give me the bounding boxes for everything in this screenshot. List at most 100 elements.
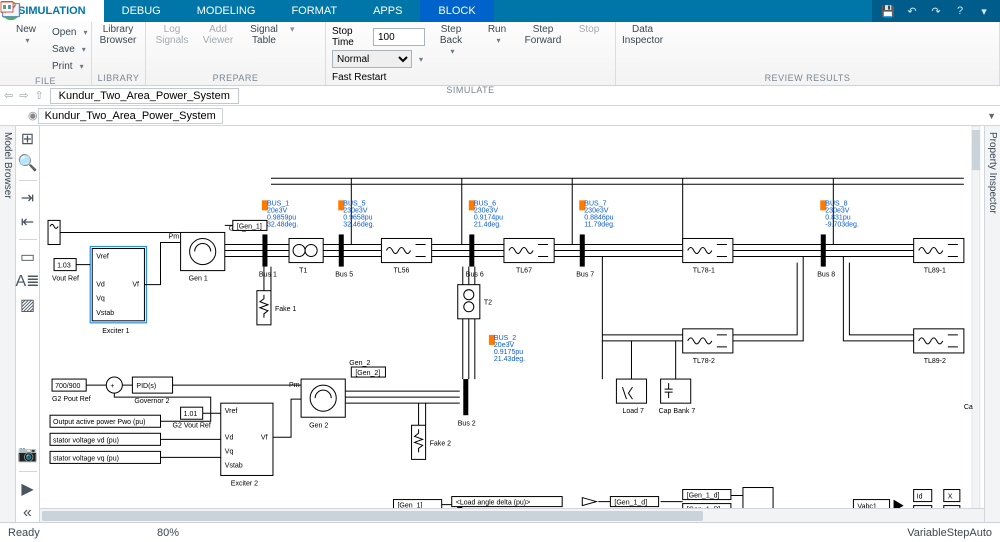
fake1-block[interactable]: Fake 1 [257, 291, 297, 325]
tab-apps[interactable]: APPS [355, 0, 420, 22]
status-bar: Ready 80% VariableStepAuto [0, 522, 1000, 542]
tab-format[interactable]: FORMAT [273, 0, 355, 22]
svg-text:Vd: Vd [96, 282, 105, 289]
tab-debug[interactable]: DEBUG [104, 0, 179, 22]
scrollbar-x[interactable] [40, 508, 984, 522]
scroll-end-icon[interactable]: « [19, 504, 37, 522]
svg-text:Vstab: Vstab [96, 310, 114, 317]
stop-button[interactable]: Stop [569, 24, 609, 35]
undo-icon[interactable]: ↶ [904, 3, 920, 19]
run-button[interactable]: Run▾ [477, 24, 517, 45]
svg-text:0.9175pu: 0.9175pu [494, 349, 523, 356]
status-solver[interactable]: VariableStepAuto [907, 527, 992, 539]
save-button[interactable]: Save▾ [52, 41, 87, 57]
tl89-1-block[interactable]: TL89-1 [914, 238, 964, 274]
t1-block[interactable]: T1 [289, 238, 323, 274]
step-back-button[interactable]: Step Back▾ [431, 24, 471, 56]
signal-table-button[interactable]: Signal Table [244, 24, 284, 46]
svg-text:Vd: Vd [225, 434, 234, 441]
svg-text:Cap Bank 7: Cap Bank 7 [659, 408, 696, 415]
add-viewer-button[interactable]: + Add Viewer [198, 24, 238, 46]
tl78-1-block[interactable]: TL78-1 [683, 238, 733, 274]
svg-text:BUS_1: BUS_1 [267, 200, 289, 207]
svg-text:11.79deg.: 11.79deg. [584, 221, 615, 228]
t2-block[interactable]: T2 [458, 285, 492, 319]
data-inspector-button[interactable]: Data Inspector [622, 24, 663, 46]
arrow-in-icon[interactable]: ⇥ [19, 189, 37, 207]
tabstrip: SIMULATION DEBUG MODELING FORMAT APPS BL… [0, 0, 1000, 22]
model-browser-tab[interactable]: Model Browser [0, 126, 16, 522]
path-dropdown-icon[interactable]: ▼ [987, 111, 996, 121]
zoom-in-icon[interactable]: 🔍 [19, 154, 37, 172]
svg-text:Vout Ref: Vout Ref [52, 276, 79, 283]
tab-block[interactable]: BLOCK [420, 0, 493, 22]
open-button[interactable]: Open▾ [52, 24, 87, 40]
fake2-block[interactable]: Fake 2 [412, 425, 452, 459]
capbank7-block[interactable]: Cap Bank 7 [659, 379, 696, 415]
nav-up-icon[interactable]: ⇧ [34, 89, 43, 102]
svg-text:Governor 2: Governor 2 [134, 398, 169, 405]
svg-text:Id: Id [917, 494, 923, 501]
tl89-2-block[interactable]: TL89-2 [914, 329, 964, 365]
simulation-mode-select[interactable]: Normal [332, 50, 412, 68]
status-zoom[interactable]: 80% [128, 527, 208, 539]
svg-text:21.4deg.: 21.4deg. [474, 221, 501, 228]
stoptime-input[interactable] [373, 28, 425, 46]
image-icon[interactable]: ▨ [19, 296, 37, 314]
tab-modeling[interactable]: MODELING [179, 0, 274, 22]
model-tab[interactable]: Kundur_Two_Area_Power_System [50, 88, 239, 104]
model-icon [0, 0, 14, 14]
svg-text:[Gen_1_d]: [Gen_1_d] [687, 493, 720, 500]
zoom-fit-icon[interactable]: ⊞ [19, 130, 37, 148]
svg-text:Vf: Vf [261, 434, 268, 441]
arrow-out-icon[interactable]: ⇤ [19, 213, 37, 231]
svg-text:230e3V: 230e3V [584, 207, 609, 214]
svg-text:BUS_6: BUS_6 [474, 200, 496, 207]
svg-text:Vf: Vf [132, 282, 139, 289]
nav-back-icon[interactable]: ⇦ [4, 89, 13, 102]
canvas[interactable]: BUS_1 20e3V 0.9859pu 32.48deg. Bus 1 BUS… [40, 126, 984, 522]
svg-text:Load 7: Load 7 [622, 408, 644, 415]
svg-text:TL78-1: TL78-1 [693, 268, 715, 275]
path-bar: ◉ Kundur_Two_Area_Power_System ▼ [0, 106, 1000, 126]
library-browser-button[interactable]: Library Browser [98, 24, 138, 46]
help-icon[interactable]: ? [952, 3, 968, 19]
bus-8: BUS_8 230e3V 0.831pu -9.703deg. Bus 8 [817, 200, 859, 278]
save-icon[interactable]: 💾 [880, 3, 896, 19]
svg-text:32.48deg.: 32.48deg. [267, 221, 298, 228]
new-button[interactable]: New▾ [6, 24, 46, 45]
property-inspector-tab[interactable]: Property Inspector [984, 126, 1000, 522]
exciter2-block[interactable]: Vref Vf Vd Vq Vstab Exciter 2 [221, 403, 273, 487]
svg-text:Vq: Vq [225, 448, 234, 455]
svg-text:BUS_5: BUS_5 [343, 200, 365, 207]
log-signals-button[interactable]: Log Signals [152, 24, 192, 46]
svg-text:[Gen_2]: [Gen_2] [355, 370, 380, 377]
tl67-block[interactable]: TL67 [504, 238, 554, 274]
svg-text:20e3V: 20e3V [494, 342, 515, 349]
record-icon[interactable]: ▶ [19, 480, 37, 498]
gen2-block[interactable]: Gen 2 Pm [289, 379, 345, 429]
load7-block[interactable]: Load 7 [616, 379, 646, 415]
snapshot-icon[interactable]: 📷 [19, 445, 37, 463]
print-button[interactable]: Print▾ [52, 58, 87, 74]
svg-text:TL78-2: TL78-2 [693, 358, 715, 365]
svg-text:Output active power Pwo (pu): Output active power Pwo (pu) [53, 419, 145, 426]
text-icon[interactable]: A≣ [19, 272, 37, 290]
scroll-thumb-x[interactable] [42, 511, 703, 521]
fast-restart-label[interactable]: Fast Restart [332, 72, 386, 83]
chevron-down-icon[interactable]: ▾ [976, 3, 992, 19]
exciter1-block[interactable]: Vref Vf Vd Vq Vstab Exciter 1 [90, 247, 146, 335]
svg-text:230e3V: 230e3V [343, 207, 368, 214]
svg-text:+: + [110, 383, 114, 390]
gen1-block[interactable]: Gen 1 Pm [169, 232, 225, 282]
tl78-2-block[interactable]: TL78-2 [683, 329, 733, 365]
tl56-block[interactable]: TL56 [381, 238, 431, 274]
tree-toggle-icon[interactable]: ◉ [28, 109, 38, 122]
annotation-bar-icon[interactable]: ▭ [19, 248, 37, 266]
redo-icon[interactable]: ↷ [928, 3, 944, 19]
svg-text:700/900: 700/900 [55, 383, 80, 390]
svg-text:Exciter 1: Exciter 1 [102, 328, 129, 335]
step-forward-button[interactable]: Step Forward [523, 24, 563, 46]
nav-fwd-icon[interactable]: ⇨ [19, 89, 28, 102]
path-root[interactable]: Kundur_Two_Area_Power_System [38, 108, 223, 124]
